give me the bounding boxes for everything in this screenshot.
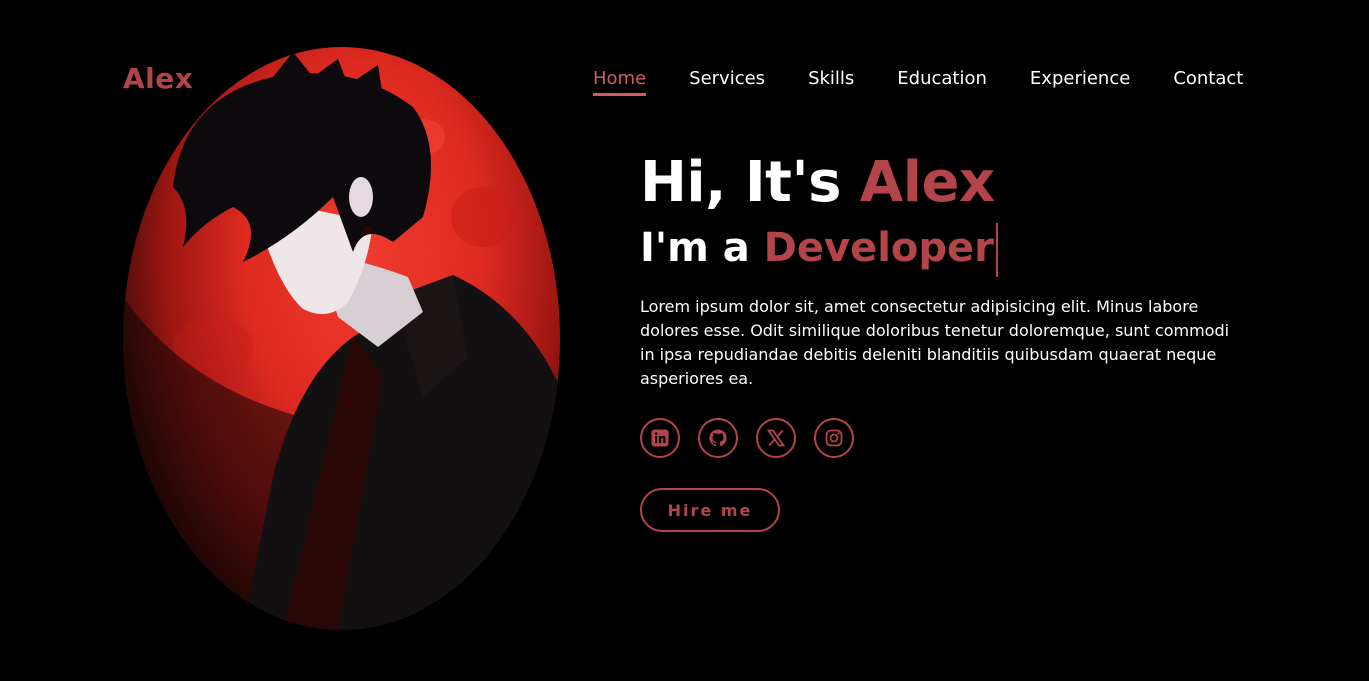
hero-name: Alex: [859, 150, 995, 215]
x-link[interactable]: [756, 418, 796, 458]
nav-skills[interactable]: Skills: [808, 68, 854, 96]
greeting-text: Hi, It's: [640, 150, 860, 215]
github-icon: [709, 429, 727, 447]
role-prefix: I'm a: [640, 225, 764, 271]
nav-home[interactable]: Home: [593, 68, 647, 96]
instagram-icon: [825, 429, 843, 447]
nav-contact[interactable]: Contact: [1173, 68, 1243, 96]
hero-description: Lorem ipsum dolor sit, amet consectetur …: [640, 297, 1230, 388]
nav-education[interactable]: Education: [897, 68, 987, 96]
github-link[interactable]: [698, 418, 738, 458]
portrait-illustration: [123, 52, 560, 630]
social-links: [640, 418, 854, 458]
main-nav: Home Services Skills Education Experienc…: [593, 68, 1243, 96]
nav-services[interactable]: Services: [689, 68, 765, 96]
instagram-link[interactable]: [814, 418, 854, 458]
nav-experience[interactable]: Experience: [1030, 68, 1130, 96]
typing-cursor: [995, 223, 998, 277]
linkedin-link[interactable]: [640, 418, 680, 458]
hire-me-button[interactable]: Hire me: [640, 488, 780, 532]
page: Alex Home Services Skills Education Expe…: [0, 0, 1369, 681]
hero-section: Hi, It's Alex I'm a Developer Lorem ipsu…: [640, 150, 1240, 407]
hero-subheading: I'm a Developer: [640, 222, 1240, 277]
linkedin-icon: [651, 429, 669, 447]
hero-heading: Hi, It's Alex: [640, 150, 1240, 216]
profile-image: [123, 47, 560, 630]
x-icon: [766, 429, 786, 447]
hero-role: Developer: [763, 225, 994, 271]
